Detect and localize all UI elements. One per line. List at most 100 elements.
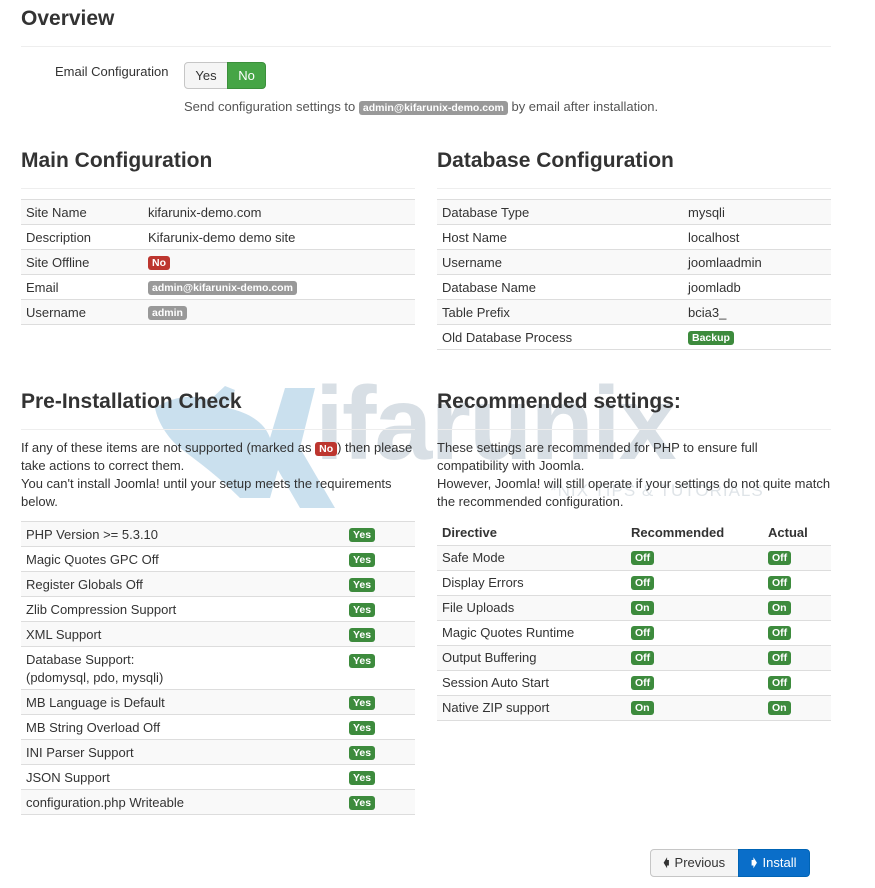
table-row: Username admin xyxy=(21,299,415,325)
email-help-prefix: Send configuration settings to xyxy=(184,99,356,114)
check-status-badge: Yes xyxy=(349,653,376,668)
actual-badge: On xyxy=(768,701,791,716)
not-supported-badge: No xyxy=(315,441,338,456)
recommended-desc-line2: However, Joomla! will still operate if y… xyxy=(437,476,831,509)
database-support-label: Database Support: xyxy=(26,652,135,667)
recommended-badge: Off xyxy=(631,676,655,691)
table-row: Register Globals Off Yes xyxy=(21,571,415,597)
database-configuration-divider xyxy=(437,188,831,189)
check-status-badge: Yes xyxy=(349,602,376,617)
site-name-value: kifarunix-demo.com xyxy=(143,199,415,225)
description-value: Kifarunix-demo demo site xyxy=(143,224,415,250)
table-row: JSON Support Yes xyxy=(21,764,415,790)
email-config-yes-button[interactable]: Yes xyxy=(184,62,228,89)
pre-install-desc-line2: You can't install Joomla! until your set… xyxy=(21,476,392,509)
directive-label: Native ZIP support xyxy=(437,694,626,721)
main-configuration-table: Site Name kifarunix-demo.com Description… xyxy=(21,199,415,325)
table-row: PHP Version >= 5.3.10 Yes xyxy=(21,521,415,547)
recommended-badge: Off xyxy=(631,626,655,641)
database-support-sublabel: (pdomysql, pdo, mysqli) xyxy=(26,670,164,685)
row-label: Description xyxy=(21,224,143,250)
table-row: File Uploads On On xyxy=(437,594,831,620)
table-row: Database Name joomladb xyxy=(437,274,831,300)
pre-installation-divider xyxy=(21,429,415,430)
check-status-badge: Yes xyxy=(349,627,376,642)
recommended-settings-table: Directive Recommended Actual Safe Mode O… xyxy=(437,520,831,721)
table-row: Native ZIP support On On xyxy=(437,694,831,721)
overview-title: Overview xyxy=(21,7,115,30)
database-configuration-title: Database Configuration xyxy=(437,149,674,172)
row-label: Host Name xyxy=(437,224,683,250)
directive-label: Session Auto Start xyxy=(437,669,626,695)
pre-install-desc-prefix: If any of these items are not supported … xyxy=(21,440,312,455)
email-configuration-toggle: Yes No xyxy=(184,62,266,89)
table-row: Old Database Process Backup xyxy=(437,324,831,350)
check-label: Register Globals Off xyxy=(21,571,344,597)
row-label: Username xyxy=(21,299,143,325)
table-header-row: Directive Recommended Actual xyxy=(437,520,831,545)
check-status-badge: Yes xyxy=(349,720,376,735)
site-offline-badge: No xyxy=(148,255,170,270)
table-row: Display Errors Off Off xyxy=(437,569,831,595)
table-row: Safe Mode Off Off xyxy=(437,544,831,570)
email-config-no-button[interactable]: No xyxy=(227,62,266,89)
table-row: Email admin@kifarunix-demo.com xyxy=(21,274,415,300)
old-db-process-badge: Backup xyxy=(688,330,734,345)
check-label: MB String Overload Off xyxy=(21,714,344,740)
email-configuration-label: Email Configuration xyxy=(55,64,169,79)
table-row: configuration.php Writeable Yes xyxy=(21,789,415,815)
previous-button[interactable]: 🡀 Previous xyxy=(650,849,739,877)
actual-badge: Off xyxy=(768,626,792,641)
email-address-badge: admin@kifarunix-demo.com xyxy=(358,100,508,115)
check-label: configuration.php Writeable xyxy=(21,789,344,815)
row-label: Site Offline xyxy=(21,249,143,275)
table-row: Site Name kifarunix-demo.com xyxy=(21,199,415,225)
row-label: Email xyxy=(21,274,143,300)
main-configuration-title: Main Configuration xyxy=(21,149,213,172)
install-button[interactable]: 🡂 Install xyxy=(738,849,810,877)
check-label: MB Language is Default xyxy=(21,689,344,715)
table-row: Site Offline No xyxy=(21,249,415,275)
table-row: MB String Overload Off Yes xyxy=(21,714,415,740)
recommended-badge: Off xyxy=(631,576,655,591)
directive-label: Safe Mode xyxy=(437,544,626,570)
actual-badge: Off xyxy=(768,651,792,666)
check-status-badge: Yes xyxy=(349,527,376,542)
directive-label: Output Buffering xyxy=(437,644,626,670)
email-help-suffix: by email after installation. xyxy=(511,99,659,114)
table-row: Session Auto Start Off Off xyxy=(437,669,831,695)
recommended-badge: Off xyxy=(631,551,655,566)
check-label: Magic Quotes GPC Off xyxy=(21,546,344,572)
check-status-badge: Yes xyxy=(349,795,376,810)
actual-badge: On xyxy=(768,601,791,616)
check-status-badge: Yes xyxy=(349,770,376,785)
table-row: Description Kifarunix-demo demo site xyxy=(21,224,415,250)
directive-label: Magic Quotes Runtime xyxy=(437,619,626,645)
table-row: Magic Quotes Runtime Off Off xyxy=(437,619,831,645)
pre-installation-table: PHP Version >= 5.3.10 Yes Magic Quotes G… xyxy=(21,521,415,815)
check-status-badge: Yes xyxy=(349,695,376,710)
directive-header: Directive xyxy=(442,524,497,540)
check-status-badge: Yes xyxy=(349,577,376,592)
arrow-right-icon: 🡂 xyxy=(751,856,758,870)
database-name-value: joomladb xyxy=(683,274,831,300)
recommended-badge: Off xyxy=(631,651,655,666)
table-row: MB Language is Default Yes xyxy=(21,689,415,715)
pre-installation-check-title: Pre-Installation Check xyxy=(21,390,242,413)
directive-label: File Uploads xyxy=(437,594,626,620)
check-label: Database Support: (pdomysql, pdo, mysqli… xyxy=(21,646,344,690)
row-label: Site Name xyxy=(21,199,143,225)
db-username-value: joomlaadmin xyxy=(683,249,831,275)
arrow-left-icon: 🡀 xyxy=(663,856,670,870)
row-label: Database Type xyxy=(437,199,683,225)
database-configuration-table: Database Type mysqli Host Name localhost… xyxy=(437,199,831,350)
check-status-badge: Yes xyxy=(349,552,376,567)
recommended-settings-divider xyxy=(437,429,831,430)
check-label: Zlib Compression Support xyxy=(21,596,344,622)
recommended-badge: On xyxy=(631,701,654,716)
recommended-desc-line1: These settings are recommended for PHP t… xyxy=(437,440,758,473)
check-label: JSON Support xyxy=(21,764,344,790)
recommended-badge: On xyxy=(631,601,654,616)
pre-installation-description: If any of these items are not supported … xyxy=(21,439,415,511)
table-row: Output Buffering Off Off xyxy=(437,644,831,670)
